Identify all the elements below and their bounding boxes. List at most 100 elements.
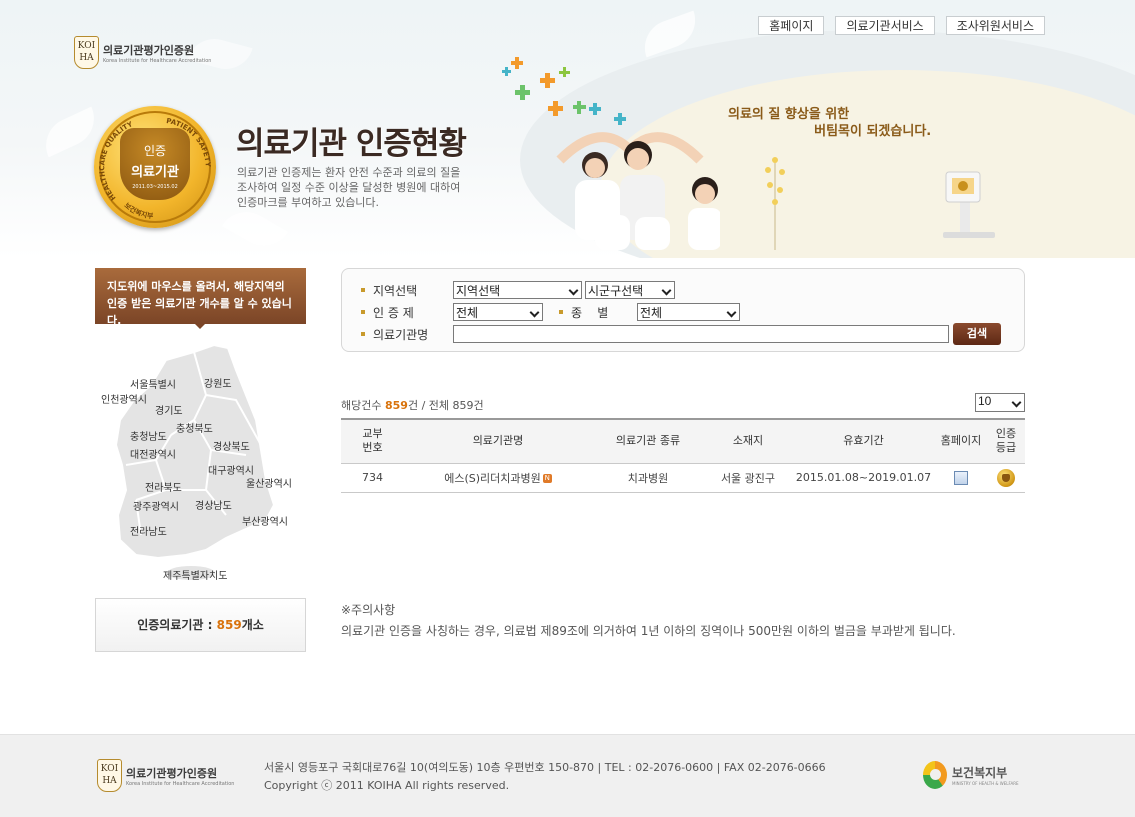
page-size-select[interactable]: 10	[975, 393, 1025, 412]
koiha-logo[interactable]: KOI HA 의료기관평가인증원 Korea Institute for Hea…	[74, 36, 211, 69]
flower-decoration	[765, 157, 785, 250]
seal-ring-bottom-text: 보건복지부	[123, 201, 155, 220]
map-guide-banner: 지도위에 마우스를 올려서, 해당지역의 인증 받은 의료기관 개수를 알 수 …	[95, 268, 306, 327]
page-title: 의료기관 인증현황	[236, 126, 467, 162]
stat-count: 859	[216, 618, 242, 632]
slogan-line2: 버팀목이 되겠습니다.	[814, 124, 932, 139]
ministry-logo[interactable]: 보건복지부 MINISTRY OF HEALTH & WELFARE	[923, 761, 1019, 789]
accreditation-seal: HEALTHCARE QUALITY PATIENT SAFETY 보건복지부 …	[94, 106, 216, 228]
notice-text: 의료기관 인증을 사칭하는 경우, 의료법 제89조에 의거하여 1년 이하의 …	[341, 624, 956, 638]
hero-slogan: 의료의 질 향상을 위한 버팀목이 되겠습니다.	[728, 106, 931, 140]
cert-select[interactable]: 전체	[453, 303, 543, 321]
korea-region-map[interactable]: 서울특별시 강원도 인천광역시 경기도 충청북도 충청남도 경상북도 대전광역시…	[96, 340, 311, 585]
header-kind: 의료기관 종류	[592, 418, 704, 464]
ministry-emblem-icon	[923, 761, 947, 789]
certificate-kiosk-illustration	[943, 171, 995, 238]
header-homepage: 홈페이지	[935, 418, 987, 464]
logo-name-ko: 의료기관평가인증원	[103, 43, 195, 57]
ministry-name-en: MINISTRY OF HEALTH & WELFARE	[952, 781, 1019, 786]
koiha-mark-icon: KOI HA	[74, 36, 99, 69]
region-incheon[interactable]: 인천광역시	[101, 391, 147, 406]
nav-home-link[interactable]: 홈페이지	[758, 16, 825, 35]
nav-surveyor-service-link[interactable]: 조사위원서비스	[945, 16, 1045, 35]
city-select[interactable]: 시군구선택	[585, 281, 675, 299]
cell-no: 734	[341, 463, 404, 493]
region-chungbuk[interactable]: 충청북도	[176, 420, 213, 435]
bullet-icon	[361, 310, 365, 314]
accredited-count-box: 인증의료기관 : 859개소	[95, 598, 306, 652]
footer: KOI HA 의료기관평가인증원 Korea Institute for Hea…	[0, 734, 1135, 817]
table-header-row: 교부 번호 의료기관명 의료기관 종류 소재지 유효기간 홈페이지 인증 등급	[341, 418, 1025, 464]
stat-unit: 개소	[241, 618, 264, 632]
search-button[interactable]: 검색	[953, 323, 1001, 345]
count-unit: 건	[407, 399, 419, 412]
seal-period: 2011.03~2015.02	[132, 184, 178, 190]
institution-name-input[interactable]	[453, 325, 949, 343]
leaf-decoration	[222, 201, 288, 257]
table-row: 734 에스(S)리더치과병원 N 치과병원 서울 광진구 2015.01.08~…	[341, 463, 1025, 493]
bullet-icon	[361, 288, 365, 292]
cert-select-label: 인 증 제	[373, 305, 414, 320]
map-guide-arrow	[194, 323, 206, 329]
logo-name-en: Korea Institute for Healthcare Accredita…	[103, 57, 212, 64]
top-navigation: 홈페이지 의료기관서비스 조사위원서비스	[758, 16, 1045, 35]
family-photo	[556, 132, 720, 250]
homepage-icon[interactable]	[954, 470, 968, 485]
region-gangwon[interactable]: 강원도	[204, 375, 232, 390]
region-jeju[interactable]: 제주특별자치도	[163, 567, 227, 582]
footer-info: 서울시 영등포구 국회대로76길 10(여의도동) 10층 우편번호 150-8…	[264, 759, 826, 795]
footer-logo-name-en: Korea Institute for Healthcare Accredita…	[126, 780, 235, 787]
type-select-label: 종 별	[571, 305, 609, 320]
type-select[interactable]: 전체	[637, 303, 740, 321]
footer-logo: KOI HA 의료기관평가인증원 Korea Institute for Hea…	[97, 759, 234, 792]
nav-institution-service-link[interactable]: 의료기관서비스	[835, 16, 935, 35]
region-chungnam[interactable]: 충청남도	[130, 428, 167, 443]
header-name: 의료기관명	[404, 418, 592, 464]
count-value: 859	[384, 399, 408, 412]
header-grade: 인증 등급	[987, 418, 1025, 464]
region-gyeonggi[interactable]: 경기도	[155, 402, 183, 417]
ministry-name: 보건복지부	[952, 766, 1008, 780]
region-daejeon[interactable]: 대전광역시	[130, 446, 176, 461]
header-period: 유효기간	[792, 418, 935, 464]
header-no: 교부 번호	[341, 418, 404, 464]
region-select[interactable]: 지역선택	[453, 281, 582, 299]
map-guide-line1: 지도위에 마우스를 올려서, 해당지역의	[107, 280, 285, 293]
seal-line2: 의료기관	[131, 165, 179, 180]
svg-text:보건복지부: 보건복지부	[123, 201, 155, 220]
notice-section: ※주의사항 의료기관 인증을 사칭하는 경우, 의료법 제89조에 의거하여 1…	[341, 600, 956, 642]
notice-title: ※주의사항	[341, 603, 396, 617]
region-seoul[interactable]: 서울특별시	[130, 376, 176, 391]
footer-address: 서울시 영등포구 국회대로76길 10(여의도동) 10층 우편번호 150-8…	[264, 761, 826, 774]
region-gwangju[interactable]: 광주광역시	[133, 498, 179, 513]
seal-shield: 인증 의료기관 2011.03~2015.02	[120, 128, 190, 200]
cell-location: 서울 광진구	[704, 463, 792, 493]
bullet-icon	[361, 332, 365, 336]
cell-name[interactable]: 에스(S)리더치과병원 N	[404, 463, 592, 493]
region-ulsan[interactable]: 울산광역시	[246, 475, 292, 490]
cell-kind: 치과병원	[592, 463, 704, 493]
footer-logo-name-ko: 의료기관평가인증원	[126, 766, 218, 780]
region-jeonbuk[interactable]: 전라북도	[145, 479, 182, 494]
result-count: 해당건수 859건 / 전체 859건	[341, 397, 484, 413]
slogan-line1: 의료의 질 향상을 위한	[728, 107, 850, 122]
institution-name-link[interactable]: 에스(S)리더치과병원	[444, 472, 541, 485]
region-jeonnam[interactable]: 전라남도	[130, 523, 167, 538]
search-panel: 지역선택 지역선택 시군구선택 인 증 제 전체 종 별 전체 의료기관명 검색	[341, 268, 1025, 352]
region-gyeongbuk[interactable]: 경상북도	[213, 438, 250, 453]
institution-table: 교부 번호 의료기관명 의료기관 종류 소재지 유효기간 홈페이지 인증 등급 …	[341, 418, 1025, 493]
region-gyeongnam[interactable]: 경상남도	[195, 497, 232, 512]
cell-period: 2015.01.08~2019.01.07	[792, 463, 935, 493]
bullet-icon	[559, 310, 563, 314]
footer-copyright: Copyright ⓒ 2011 KOIHA All rights reserv…	[264, 779, 510, 792]
count-label: 해당건수	[341, 399, 382, 412]
new-badge-icon: N	[542, 474, 552, 483]
stat-label: 인증의료기관 :	[137, 618, 213, 632]
koiha-mark-icon: KOI HA	[97, 759, 122, 792]
header-location: 소재지	[704, 418, 792, 464]
region-busan[interactable]: 부산광역시	[242, 513, 288, 528]
name-input-label: 의료기관명	[373, 327, 429, 342]
grade-seal-icon[interactable]	[997, 468, 1015, 487]
cell-grade	[987, 463, 1025, 493]
map-guide-line2: 인증 받은 의료기관 개수를 알 수 있습니다.	[107, 297, 292, 327]
